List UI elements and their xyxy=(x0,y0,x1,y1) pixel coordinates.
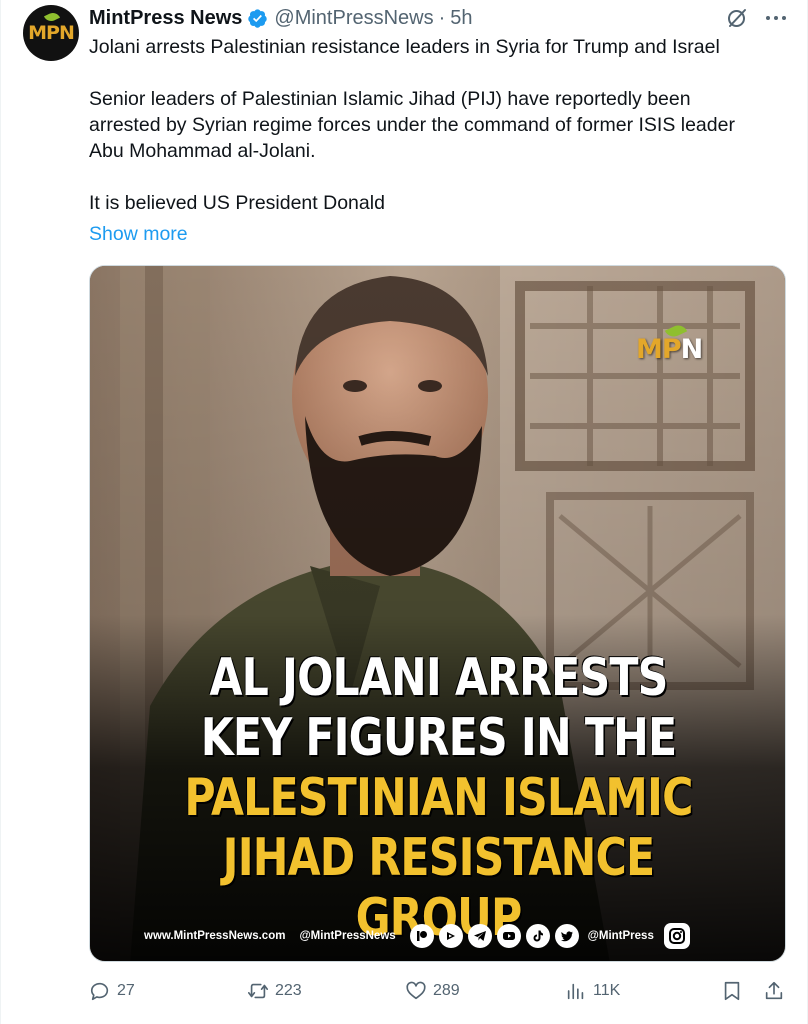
bookmark-icon xyxy=(724,981,740,1001)
repost-button[interactable]: 223 xyxy=(247,980,302,1002)
views-count: 11K xyxy=(593,982,621,999)
views-icon xyxy=(567,983,584,1000)
verified-badge-icon xyxy=(248,8,268,28)
mpn-watermark-logo: MPN xyxy=(636,322,703,365)
bookmark-button[interactable] xyxy=(721,980,749,1002)
twitter-icon xyxy=(554,924,579,948)
telegram-icon xyxy=(467,924,492,948)
like-count: 289 xyxy=(433,982,460,999)
footer-secondary-handle: @MintPress xyxy=(587,930,654,942)
avatar[interactable]: MPN xyxy=(23,5,79,61)
youtube-icon xyxy=(496,924,521,948)
rumble-icon xyxy=(438,924,463,948)
headline-line-1: AL JOLANI ARRESTS xyxy=(209,648,668,708)
share-button[interactable] xyxy=(763,980,791,1002)
avatar-logo: MPN xyxy=(28,10,75,44)
share-icon xyxy=(765,981,783,1000)
footer-handle: @MintPressNews xyxy=(299,930,396,942)
heart-icon xyxy=(406,981,426,1000)
footer-site-url: www.MintPressNews.com xyxy=(144,930,286,942)
tweet-actions-bar: 27 223 289 11K xyxy=(89,980,789,1004)
reply-icon xyxy=(90,982,109,1001)
repost-icon xyxy=(248,983,268,999)
tweet-title-line: Jolani arrests Palestinian resistance le… xyxy=(89,36,720,58)
show-more-link[interactable]: Show more xyxy=(89,223,188,246)
image-headline: AL JOLANI ARRESTS KEY FIGURES IN THE PAL… xyxy=(153,648,725,948)
headline-line-2: KEY FIGURES IN THE xyxy=(200,708,677,768)
reply-count: 27 xyxy=(117,982,135,999)
like-button[interactable]: 289 xyxy=(405,980,460,1002)
author-name[interactable]: MintPress News xyxy=(89,7,242,30)
tweet-paragraph-2: It is believed US President Donald xyxy=(89,192,385,214)
tweet-header: MintPress News @MintPressNews · 5h xyxy=(89,4,473,32)
tiktok-icon xyxy=(525,924,550,948)
author-handle[interactable]: @MintPressNews xyxy=(274,7,433,30)
instagram-icon xyxy=(663,923,690,949)
repost-count: 223 xyxy=(275,982,302,999)
image-footer-bar: www.MintPressNews.com @MintPressNews @Mi… xyxy=(90,918,785,954)
tweet-text: Jolani arrests Palestinian resistance le… xyxy=(89,34,789,216)
separator-dot: · xyxy=(438,6,446,29)
tweet-media-image[interactable]: MPN AL JOLANI ARRESTS KEY FIGURES IN THE… xyxy=(89,265,786,962)
tweet-timestamp[interactable]: 5h xyxy=(450,7,472,30)
headline-line-3: PALESTINIAN ISLAMIC xyxy=(184,768,693,828)
reply-button[interactable]: 27 xyxy=(89,980,135,1002)
patreon-icon xyxy=(409,924,434,948)
grok-icon[interactable] xyxy=(725,6,749,30)
tweet-card[interactable]: MPN MintPress News @MintPressNews · 5h J… xyxy=(0,0,808,1024)
more-icon[interactable] xyxy=(763,6,789,30)
views-button[interactable]: 11K xyxy=(565,980,620,1002)
tweet-paragraph-1: Senior leaders of Palestinian Islamic Ji… xyxy=(89,88,735,162)
